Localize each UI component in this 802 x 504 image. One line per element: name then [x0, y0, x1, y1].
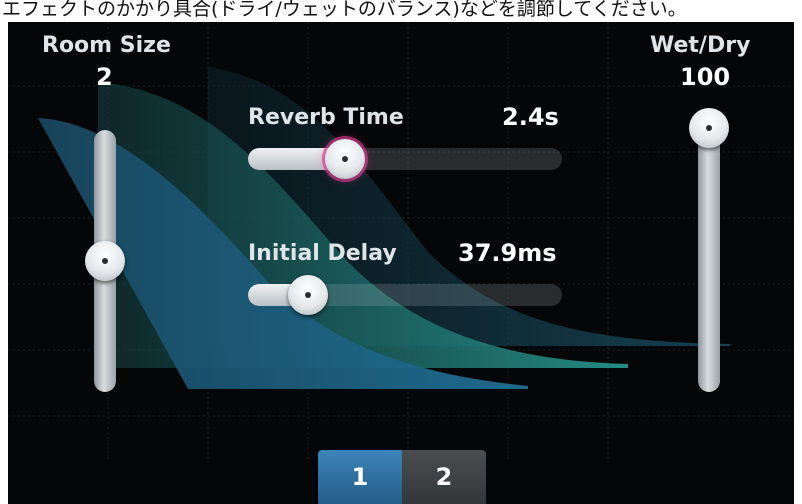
- initial-delay-label: Initial Delay: [248, 241, 397, 266]
- wet-dry-label: Wet/Dry: [650, 33, 751, 58]
- reverb-time-value: 2.4s: [502, 103, 559, 131]
- room-size-label: Room Size: [42, 33, 171, 58]
- reverb-time-slider-knob[interactable]: [325, 139, 365, 179]
- room-size-value: 2: [96, 63, 113, 91]
- wet-dry-slider-knob[interactable]: [689, 108, 729, 148]
- reverb-time-label: Reverb Time: [248, 105, 404, 130]
- page-2-button[interactable]: 2: [402, 450, 486, 504]
- reverb-editor-panel: Room Size 2 Wet/Dry 100 Reverb Time 2.4s…: [8, 22, 794, 504]
- room-size-slider-knob[interactable]: [85, 241, 125, 281]
- initial-delay-slider-knob[interactable]: [288, 275, 328, 315]
- instruction-caption: エフェクトのかかり具合(ドライ/ウェットのバランス)などを調節してください。: [2, 0, 687, 20]
- wet-dry-value: 100: [680, 63, 731, 91]
- reverb-time-slider-track[interactable]: [248, 148, 562, 170]
- initial-delay-value: 37.9ms: [458, 239, 557, 267]
- page-selector: 1 2: [318, 450, 486, 504]
- wet-dry-slider-track[interactable]: [698, 114, 720, 392]
- page-1-button[interactable]: 1: [318, 450, 402, 504]
- reverb-graph: [8, 22, 794, 460]
